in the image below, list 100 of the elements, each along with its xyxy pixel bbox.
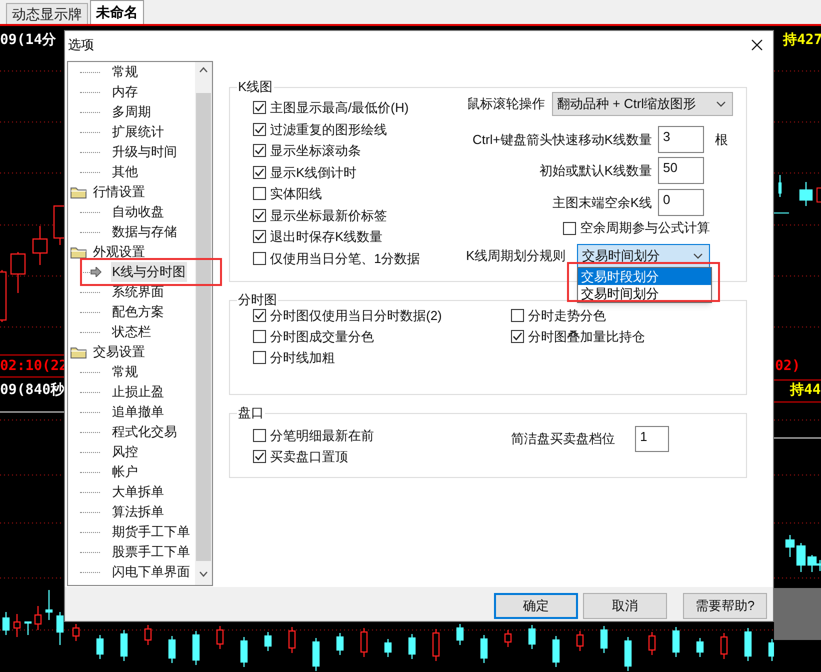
checkbox-label: 过滤重复的图形绘线 — [270, 120, 387, 138]
tree-item[interactable]: 数据与存储 — [111, 222, 178, 242]
candlestick — [288, 627, 296, 653]
tree-item[interactable]: 帐户 — [111, 462, 139, 482]
dialog-button[interactable]: 确定 — [494, 593, 578, 619]
close-button[interactable] — [749, 37, 765, 53]
candlestick — [216, 626, 224, 649]
candlestick — [10, 252, 26, 293]
candlestick — [56, 612, 64, 645]
tab[interactable]: 动态显示牌 — [6, 3, 88, 24]
tree-folder[interactable]: 行情设置 — [93, 182, 145, 202]
dialog-button[interactable]: 需要帮助? — [683, 593, 767, 619]
tree-item[interactable]: 配色方案 — [111, 302, 165, 322]
scroll-down-icon — [199, 571, 208, 577]
candlestick — [192, 631, 200, 665]
candlestick — [168, 636, 176, 663]
tree-item[interactable]: 算法拆单 — [111, 502, 165, 522]
tree-folder[interactable]: 外观设置 — [93, 242, 145, 262]
tree-item[interactable]: 大单拆单 — [111, 482, 165, 502]
tree-item[interactable]: 自动收盘 — [111, 202, 165, 222]
candlestick — [360, 628, 368, 657]
tree-item[interactable]: 多周期 — [111, 102, 152, 122]
number-field[interactable]: 3 — [658, 126, 704, 153]
number-field[interactable]: 50 — [658, 157, 704, 184]
field-label: 简洁盘买卖盘档位 — [511, 430, 616, 448]
checkbox[interactable] — [253, 450, 266, 463]
candlestick — [336, 633, 344, 655]
candlestick — [72, 624, 80, 641]
dropdown[interactable]: 翻动品种 + Ctrl缩放图形 — [552, 92, 733, 116]
candlestick — [480, 635, 488, 663]
checkbox[interactable] — [253, 208, 266, 222]
checkbox-label: 买卖盘口置顶 — [270, 448, 348, 466]
checkbox[interactable] — [253, 122, 266, 136]
candlestick — [744, 628, 752, 661]
group-title: 分时图 — [237, 292, 278, 308]
tree-item[interactable]: 扩展统计 — [111, 122, 165, 142]
number-field[interactable]: 1 — [635, 426, 669, 452]
field-label: 主图末端空余K线 — [551, 194, 653, 212]
candlestick — [799, 182, 813, 206]
checkbox-label: 显示坐标最新价标签 — [270, 206, 387, 224]
tree-item[interactable]: 股票手工下单 — [111, 542, 191, 562]
tree-item[interactable]: 常规 — [111, 362, 139, 382]
scrollbar[interactable] — [195, 62, 212, 585]
checkbox-label: 分时线加粗 — [270, 348, 335, 367]
candlestick — [264, 632, 272, 651]
tree-item[interactable]: 程式化交易 — [111, 422, 178, 442]
candlestick — [24, 621, 32, 635]
checkbox[interactable] — [563, 222, 576, 234]
checkbox[interactable] — [253, 101, 266, 114]
checkbox[interactable] — [253, 187, 266, 200]
candlestick — [432, 629, 440, 661]
tab[interactable]: 未命名 — [90, 0, 144, 24]
tree-item[interactable]: 状态栏 — [111, 322, 152, 342]
tree-item[interactable]: 内存 — [111, 82, 139, 102]
checkbox[interactable] — [253, 351, 266, 364]
candlestick — [2, 612, 10, 635]
tree-item[interactable]: K线与分时图 — [111, 262, 187, 282]
tree-item[interactable]: 升级与时间 — [111, 142, 178, 162]
candlestick — [600, 626, 608, 653]
tree-item[interactable]: 止损止盈 — [111, 382, 165, 402]
checkbox[interactable] — [253, 166, 266, 179]
tree-item[interactable]: 追单撤单 — [111, 402, 165, 422]
folder-icon — [70, 345, 88, 359]
checkbox[interactable] — [253, 330, 266, 343]
checkbox-label: 分笔明细最新在前 — [270, 426, 374, 445]
checkbox[interactable] — [253, 252, 266, 265]
checkbox[interactable] — [253, 309, 266, 322]
field-label: Ctrl+键盘箭头快速移动K线数量 — [472, 130, 653, 149]
candlestick — [624, 637, 632, 671]
tree-item[interactable]: 其他 — [111, 162, 139, 182]
field-label: K线周期划分规则 — [466, 247, 567, 266]
candlestick — [0, 270, 7, 322]
candlestick — [504, 630, 512, 647]
chart-label: 持44 — [790, 381, 821, 399]
checkbox[interactable] — [253, 429, 266, 442]
dropdown-option[interactable]: 交易时段划分 — [578, 268, 711, 285]
candlestick — [552, 636, 560, 667]
checkbox-label: 仅使用当日分笔、1分数据 — [270, 250, 420, 268]
checkbox[interactable] — [253, 144, 266, 158]
candlestick — [144, 625, 152, 645]
group-title: 盘口 — [237, 405, 265, 421]
number-field[interactable]: 0 — [658, 189, 704, 216]
tree-item[interactable]: 闪电下单界面 — [111, 562, 191, 582]
checkbox[interactable] — [511, 330, 524, 343]
candlestick — [240, 637, 248, 667]
checkbox[interactable] — [253, 230, 266, 244]
candlestick — [34, 606, 42, 630]
candlestick — [13, 614, 21, 637]
tree-item[interactable]: 风控 — [111, 442, 139, 462]
tree-item[interactable]: 期货手工下单 — [111, 522, 191, 542]
chart-label: 09(840秒 — [0, 381, 65, 399]
scroll-up-icon — [199, 67, 208, 73]
dialog-button[interactable]: 取消 — [583, 593, 667, 619]
tree-folder[interactable]: 交易设置 — [93, 342, 145, 362]
checkbox[interactable] — [511, 309, 524, 322]
candlestick — [720, 633, 728, 659]
candlestick — [32, 226, 48, 265]
tree-item[interactable]: 常规 — [111, 62, 139, 82]
checkbox-label: 空余周期参与公式计算 — [580, 219, 710, 238]
candlestick — [672, 627, 680, 657]
